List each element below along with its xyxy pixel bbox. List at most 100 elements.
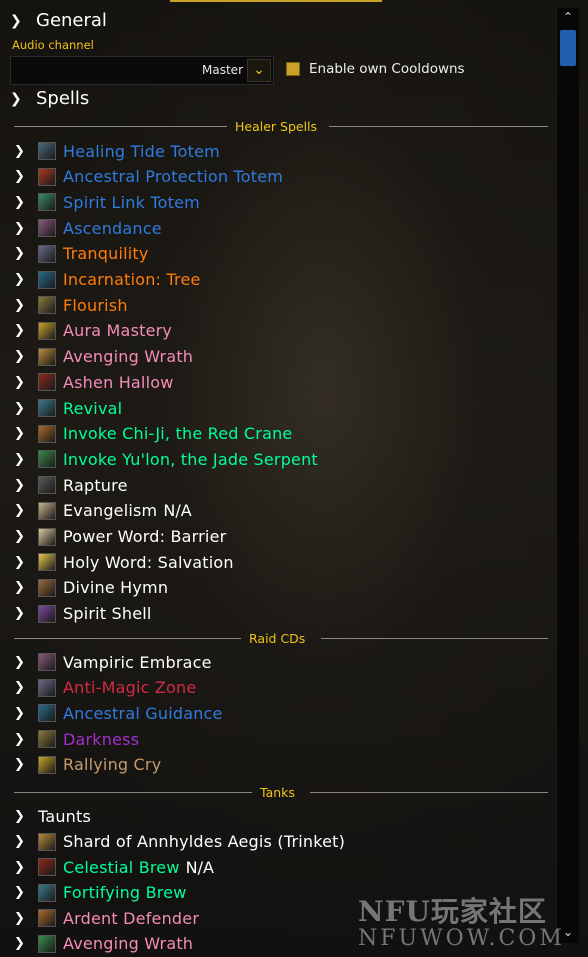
spell-icon	[38, 193, 56, 212]
spell-icon	[38, 450, 56, 469]
general-header[interactable]: ❯ General	[10, 10, 107, 31]
spell-row[interactable]: ❯ Ancestral Guidance	[14, 701, 223, 725]
expand-arrow-icon[interactable]: ❯	[14, 706, 30, 721]
spell-name: Shard of Annhyldes Aegis (Trinket)	[63, 832, 346, 851]
spell-row[interactable]: ❯ Invoke Yu'lon, the Jade Serpent	[14, 447, 318, 471]
spells-header[interactable]: ❯ Spells	[10, 88, 89, 109]
expand-arrow-icon[interactable]: ❯	[14, 323, 30, 338]
expand-arrow-icon[interactable]: ❯	[14, 580, 30, 595]
expand-arrow-icon[interactable]: ❯	[14, 426, 30, 441]
spell-row[interactable]: ❯ Spirit Shell	[14, 602, 152, 626]
spell-row[interactable]: ❯ Revival	[14, 396, 122, 420]
expand-arrow-icon[interactable]: ❯	[14, 680, 30, 695]
expand-arrow-icon[interactable]: ❯	[14, 732, 30, 747]
spell-name: Spirit Link Totem	[63, 192, 200, 212]
spell-row[interactable]: ❯ Darkness	[14, 727, 139, 751]
watermark-line1: NFU玩家社区	[358, 895, 547, 928]
spell-row[interactable]: ❯ Anti-Magic Zone	[14, 676, 196, 700]
spell-row[interactable]: ❯ Spirit Link Totem	[14, 190, 200, 214]
spell-row[interactable]: ❯ Vampiric Embrace	[14, 650, 212, 674]
spell-row[interactable]: ❯ Taunts	[14, 804, 91, 828]
spell-row[interactable]: ❯ Avenging Wrath	[14, 345, 193, 369]
spell-row[interactable]: ❯ Flourish	[14, 293, 128, 317]
spell-name: Avenging Wrath	[63, 934, 194, 953]
spell-row[interactable]: ❯ Shard of Annhyldes Aegis (Trinket)	[14, 830, 345, 854]
expand-arrow-icon[interactable]: ❯	[14, 452, 30, 467]
expand-arrow-icon[interactable]: ❯	[14, 195, 30, 210]
spell-name: Flourish	[63, 295, 128, 315]
expand-arrow-icon[interactable]: ❯	[14, 555, 30, 570]
spell-name: Anti-Magic Zone	[63, 678, 197, 698]
audio-channel-label: Audio channel	[12, 38, 94, 52]
spell-row[interactable]: ❯ Ascendance	[14, 216, 162, 240]
spell-row[interactable]: ❯ Aura Mastery	[14, 319, 172, 343]
expand-arrow-icon[interactable]: ❯	[14, 298, 30, 313]
spell-row[interactable]: ❯ Rapture	[14, 473, 128, 497]
spell-name: Taunts	[38, 806, 92, 826]
spell-row[interactable]: ❯ Rallying Cry	[14, 753, 161, 777]
dropdown-arrow-icon[interactable]: ⌄	[247, 59, 271, 82]
spell-name: Power Word: Barrier	[63, 527, 227, 546]
spell-row[interactable]: ❯ Power Word: Barrier	[14, 525, 226, 549]
scroll-up-icon[interactable]: ⌃	[557, 8, 579, 28]
expand-arrow-icon[interactable]: ❯	[14, 349, 30, 364]
enable-cooldowns-option[interactable]: Enable own Cooldowns	[286, 61, 465, 77]
expand-arrow-icon[interactable]: ❯	[14, 911, 30, 926]
expand-arrow-icon[interactable]: ❯	[14, 144, 30, 159]
expand-arrow-icon[interactable]: ❯	[14, 478, 30, 493]
spell-name: Darkness	[63, 729, 140, 749]
spell-row[interactable]: ❯ Tranquility	[14, 242, 149, 266]
spell-icon	[38, 527, 56, 546]
expand-arrow-icon[interactable]: ❯	[14, 809, 30, 824]
spell-icon	[38, 347, 56, 366]
spell-row[interactable]: ❯ Ashen Hallow	[14, 370, 174, 394]
spell-row[interactable]: ❯ Healing Tide Totem	[14, 139, 220, 163]
expand-arrow-icon[interactable]: ❯	[14, 655, 30, 670]
spell-row[interactable]: ❯ Invoke Chi-Ji, the Red Crane	[14, 422, 292, 446]
expand-arrow-icon[interactable]: ❯	[14, 503, 30, 518]
spell-name: Holy Word: Salvation	[63, 552, 234, 572]
spell-row[interactable]: ❯ Incarnation: Tree	[14, 268, 201, 292]
spell-icon	[38, 755, 56, 774]
options-panel: ❯ General Audio channel Master ⌄ Enable …	[0, 0, 556, 957]
spell-row[interactable]: ❯ Celestial Brew N/A	[14, 855, 214, 879]
scroll-thumb[interactable]	[560, 30, 576, 66]
expand-arrow-icon[interactable]: ❯	[14, 221, 30, 236]
spell-row[interactable]: ❯ Ancestral Protection Totem	[14, 165, 283, 189]
scrollbar[interactable]: ⌃ ⌄	[556, 8, 579, 943]
spell-name: Fortifying Brew	[63, 883, 187, 902]
expand-arrow-icon[interactable]: ❯	[14, 246, 30, 261]
audio-channel-dropdown[interactable]: Master ⌄	[10, 56, 274, 85]
spell-icon	[38, 832, 56, 851]
expand-arrow-icon[interactable]: ❯	[14, 860, 30, 875]
spell-icon	[38, 883, 56, 902]
spell-icon	[38, 296, 56, 315]
spell-icon	[38, 167, 56, 186]
spell-name: Ascendance	[63, 218, 162, 238]
spell-icon	[38, 476, 56, 495]
expand-arrow-icon[interactable]: ❯	[14, 936, 30, 951]
watermark: NFU玩家社区 NFUWOW.COM	[358, 897, 565, 951]
expand-arrow-icon[interactable]: ❯	[14, 375, 30, 390]
expand-arrow-icon[interactable]: ❯	[14, 834, 30, 849]
spell-name: Ancestral Protection Totem	[63, 167, 284, 187]
enable-cooldowns-checkbox[interactable]	[286, 62, 300, 76]
spell-name: Spirit Shell	[63, 604, 152, 624]
spell-name: Ancestral Guidance	[63, 703, 223, 723]
expand-arrow-icon[interactable]: ❯	[14, 529, 30, 544]
expand-arrow-icon[interactable]: ❯	[14, 606, 30, 621]
expand-arrow-icon[interactable]: ❯	[14, 885, 30, 900]
expand-arrow-icon[interactable]: ❯	[14, 401, 30, 416]
spell-row[interactable]: ❯ Evangelism N/A	[14, 499, 192, 523]
spell-row[interactable]: ❯ Ardent Defender	[14, 906, 199, 930]
expand-arrow-icon[interactable]: ❯	[14, 757, 30, 772]
expand-arrow-icon[interactable]: ❯	[14, 169, 30, 184]
spell-row[interactable]: ❯ Avenging Wrath	[14, 932, 193, 956]
spell-row[interactable]: ❯ Divine Hymn	[14, 576, 168, 600]
spell-icon	[38, 399, 56, 417]
spell-icon	[38, 934, 56, 953]
divider-label: Tanks	[260, 785, 295, 800]
spell-row[interactable]: ❯ Holy Word: Salvation	[14, 550, 234, 574]
spell-row[interactable]: ❯ Fortifying Brew	[14, 881, 187, 905]
expand-arrow-icon[interactable]: ❯	[14, 272, 30, 287]
